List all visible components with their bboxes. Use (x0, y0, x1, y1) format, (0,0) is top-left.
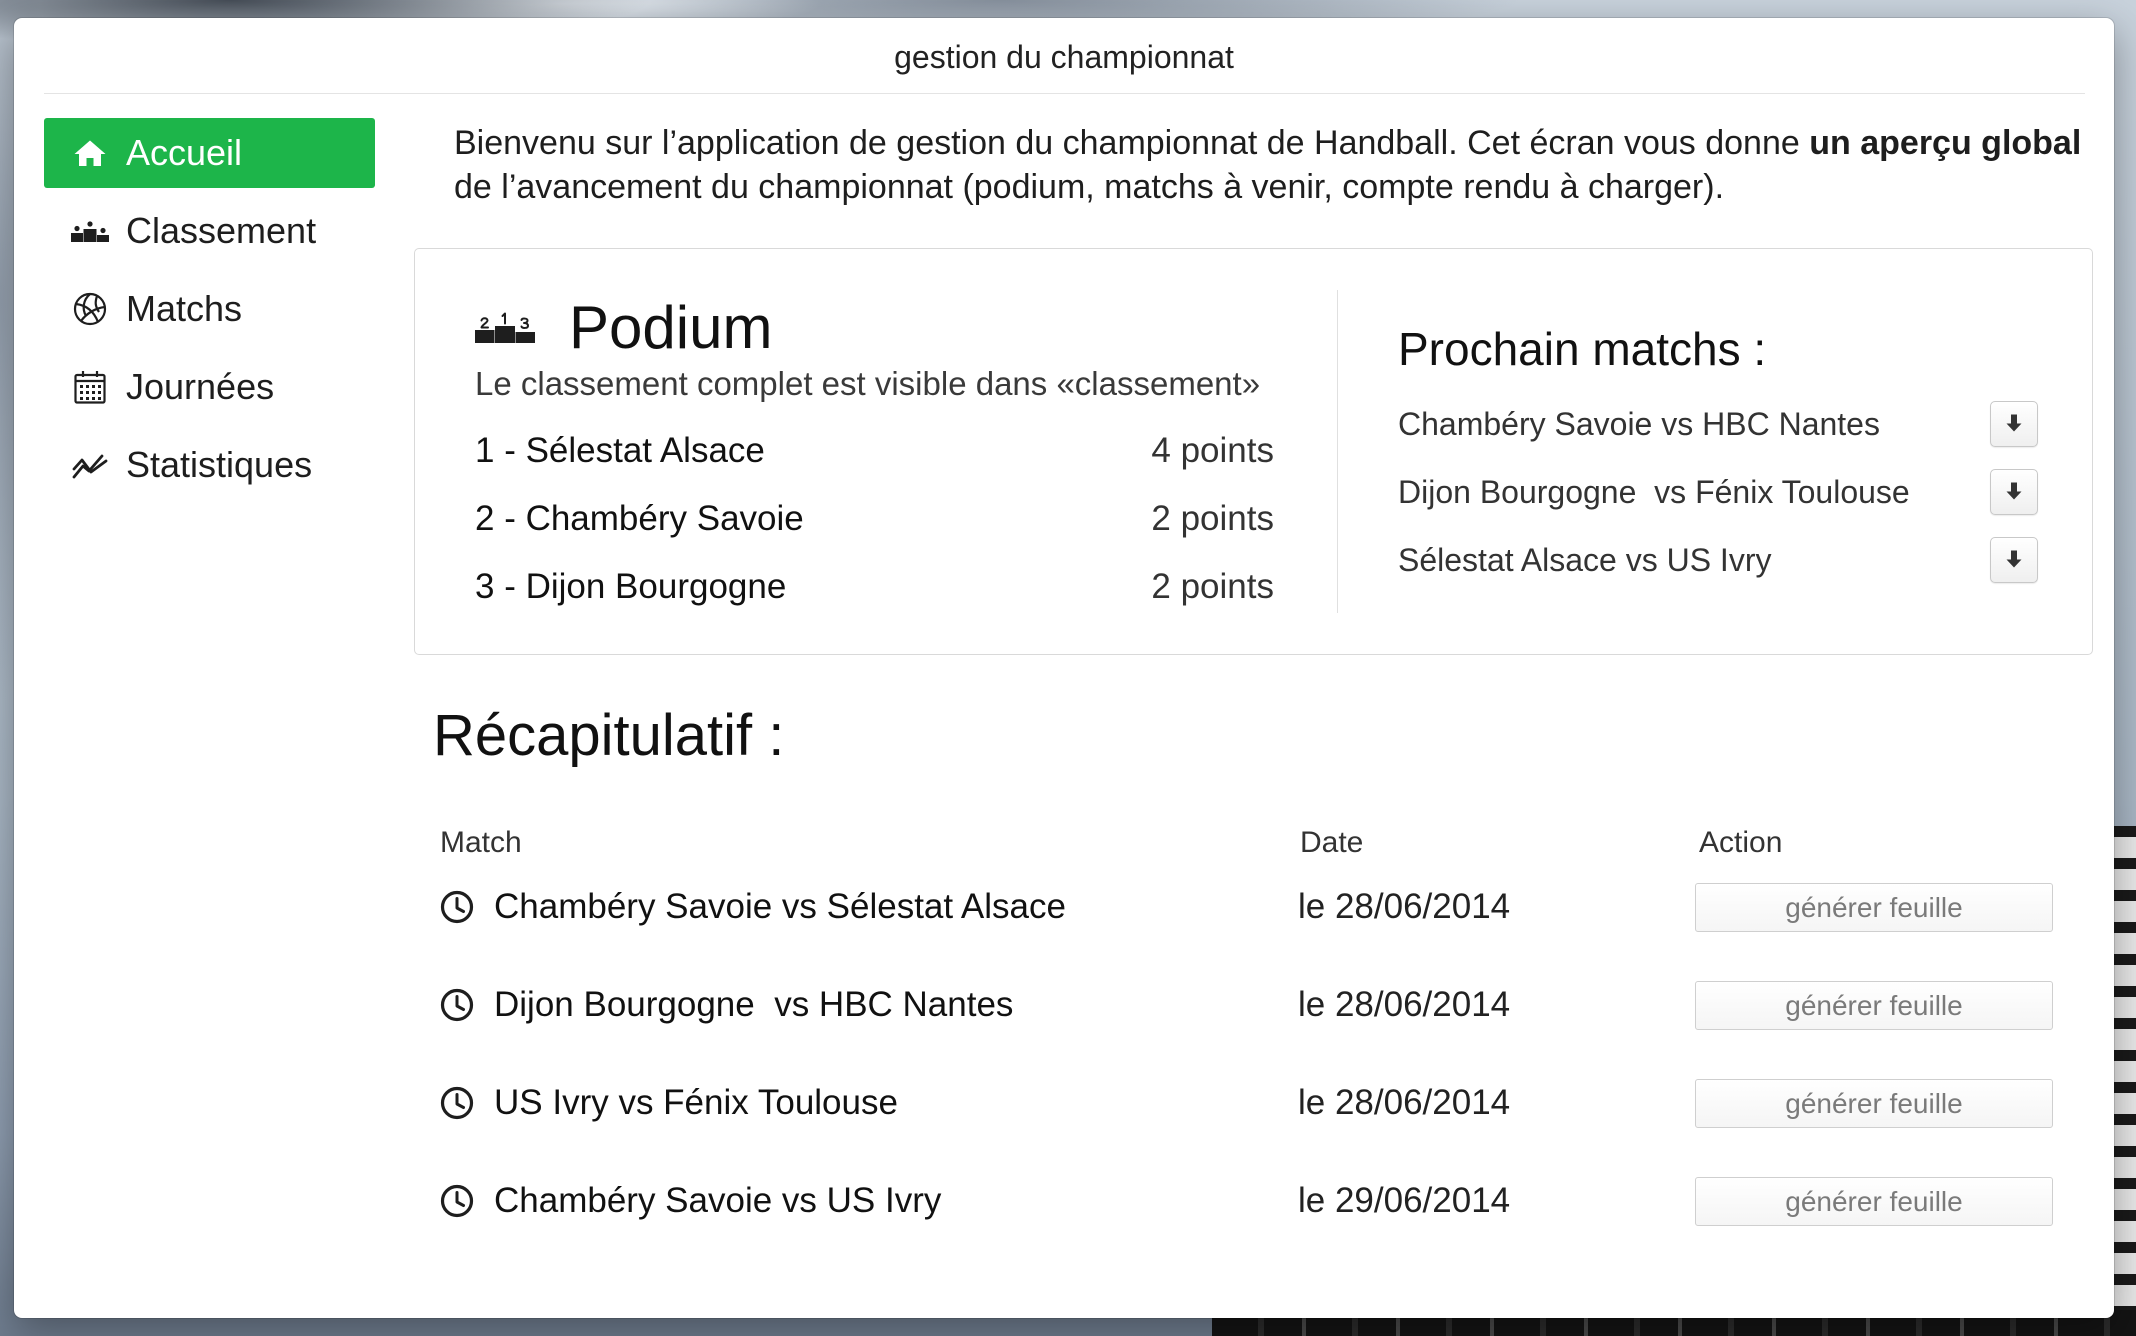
titlebar-divider (44, 93, 2085, 94)
clock-icon (440, 1184, 474, 1218)
next-match-item: Dijon Bourgogne vs Fénix Toulouse (1398, 458, 2038, 526)
clock-icon (440, 988, 474, 1022)
calendar-icon (70, 369, 110, 405)
sidebar-item-journees[interactable]: Journées (44, 352, 375, 422)
sidebar-item-classement[interactable]: Classement (44, 196, 375, 266)
next-matches-list: Chambéry Savoie vs HBC Nantes Dijon Bour… (1398, 390, 2038, 594)
row-date: le 28/06/2014 (1298, 887, 1511, 926)
download-button[interactable] (1990, 401, 2038, 447)
download-icon (2006, 413, 2022, 436)
clock-icon (440, 890, 474, 924)
ranking-row: 1 - Sélestat Alsace 4 points (475, 428, 1274, 496)
sidebar-item-statistiques[interactable]: Statistiques (44, 430, 375, 500)
stats-icon (70, 447, 110, 483)
next-match-item: Chambéry Savoie vs HBC Nantes (1398, 390, 2038, 458)
generate-sheet-button[interactable]: générer feuille (1695, 883, 2053, 932)
table-row: Chambéry Savoie vs US Ivry le 29/06/2014… (14, 1152, 2114, 1250)
row-date: le 29/06/2014 (1298, 1181, 1511, 1220)
ranking-row: 2 - Chambéry Savoie 2 points (475, 496, 1274, 564)
overview-panel: Podium Le classement complet est visible… (414, 248, 2093, 655)
sidebar-item-label: Accueil (126, 132, 243, 173)
ranking-team: 1 - Sélestat Alsace (475, 431, 765, 470)
next-match-label: Dijon Bourgogne vs Fénix Toulouse (1398, 474, 1910, 510)
podium-icon (70, 213, 110, 249)
row-date: le 28/06/2014 (1298, 985, 1511, 1024)
recap-title: Récapitulatif : (433, 703, 785, 768)
row-match: US Ivry vs Fénix Toulouse (494, 1083, 898, 1122)
ranking-row: 3 - Dijon Bourgogne 2 points (475, 564, 1274, 632)
sidebar-item-matchs[interactable]: Matchs (44, 274, 375, 344)
row-match: Dijon Bourgogne vs HBC Nantes (494, 985, 1014, 1024)
window-titlebar[interactable]: gestion du championnat (14, 18, 2114, 93)
app-window: gestion du championnat Accueil Classemen… (14, 18, 2114, 1318)
home-icon (70, 135, 110, 171)
sidebar-item-accueil[interactable]: Accueil (44, 118, 375, 188)
column-header-action: Action (1699, 826, 1783, 859)
podium-ranking: 1 - Sélestat Alsace 4 points 2 - Chambér… (475, 428, 1274, 632)
intro-text-start: Bienvenu sur l’application de gestion du… (454, 124, 1810, 162)
podium-subtitle: Le classement complet est visible dans «… (475, 365, 1261, 402)
ranking-points: 2 points (1151, 499, 1274, 538)
row-match: Chambéry Savoie vs US Ivry (494, 1181, 942, 1220)
generate-sheet-button[interactable]: générer feuille (1695, 1079, 2053, 1128)
recap-table-body: Chambéry Savoie vs Sélestat Alsace le 28… (14, 858, 2114, 1250)
download-icon (2006, 481, 2022, 504)
column-header-date: Date (1300, 826, 1364, 859)
next-matches-title: Prochain matchs : (1398, 323, 1767, 375)
ranking-points: 4 points (1151, 431, 1274, 470)
ranking-points: 2 points (1151, 567, 1274, 606)
sidebar-item-label: Classement (126, 210, 317, 251)
next-match-item: Sélestat Alsace vs US Ivry (1398, 526, 2038, 594)
generate-sheet-button[interactable]: générer feuille (1695, 1177, 2053, 1226)
next-match-label: Chambéry Savoie vs HBC Nantes (1398, 406, 1880, 442)
intro-text: Bienvenu sur l’application de gestion du… (454, 121, 2094, 209)
clock-icon (440, 1086, 474, 1120)
download-button[interactable] (1990, 469, 2038, 515)
table-row: Dijon Bourgogne vs HBC Nantes le 28/06/2… (14, 956, 2114, 1054)
generate-sheet-button[interactable]: générer feuille (1695, 981, 2053, 1030)
column-header-match: Match (440, 826, 522, 859)
podium-icon (475, 311, 535, 343)
intro-text-emphasis: un aperçu global (1809, 124, 2082, 162)
volleyball-icon (70, 291, 110, 327)
sidebar-item-label: Matchs (126, 288, 243, 329)
table-row: Chambéry Savoie vs Sélestat Alsace le 28… (14, 858, 2114, 956)
window-title: gestion du championnat (894, 39, 1234, 75)
podium-title: Podium (569, 294, 773, 361)
next-match-label: Sélestat Alsace vs US Ivry (1398, 542, 1772, 578)
ranking-team: 3 - Dijon Bourgogne (475, 567, 787, 606)
download-icon (2006, 549, 2022, 572)
sidebar-item-label: Journées (126, 366, 275, 407)
sidebar-item-label: Statistiques (126, 444, 313, 485)
download-button[interactable] (1990, 537, 2038, 583)
panel-divider (1337, 290, 1338, 613)
intro-text-end: de l’avancement du championnat (podium, … (454, 168, 1725, 206)
ranking-team: 2 - Chambéry Savoie (475, 499, 804, 538)
row-date: le 28/06/2014 (1298, 1083, 1511, 1122)
row-match: Chambéry Savoie vs Sélestat Alsace (494, 887, 1066, 926)
table-row: US Ivry vs Fénix Toulouse le 28/06/2014 … (14, 1054, 2114, 1152)
sidebar-nav: Accueil Classement Matchs Journées Stati… (44, 118, 375, 508)
recap-table-header: Match Date Action (14, 825, 2114, 861)
